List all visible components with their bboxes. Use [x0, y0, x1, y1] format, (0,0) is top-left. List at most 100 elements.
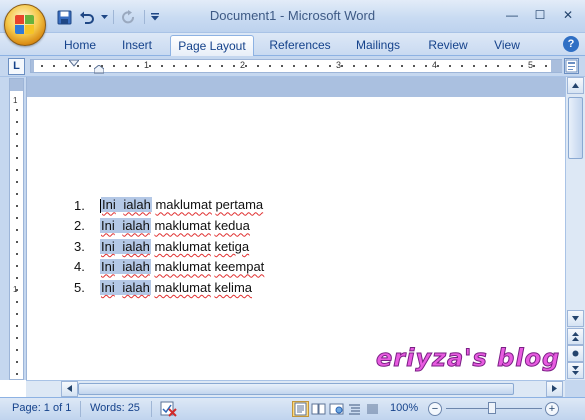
vertical-ruler-mark	[16, 193, 18, 195]
ruler-mark	[137, 65, 139, 67]
list-word[interactable]: Ini	[100, 238, 116, 254]
list-word[interactable]: maklumat	[154, 259, 210, 274]
scroll-left-button[interactable]	[61, 381, 78, 397]
list-word[interactable]: maklumat	[154, 239, 210, 254]
vertical-ruler-mark	[16, 121, 18, 123]
vertical-ruler-mark	[16, 373, 18, 375]
vertical-ruler-mark	[16, 325, 18, 327]
select-browse-object-button[interactable]	[567, 345, 584, 362]
horizontal-ruler[interactable]: 1 2 3 4 5	[30, 59, 562, 74]
view-ruler-button[interactable]	[564, 58, 579, 74]
ruler-mark	[521, 65, 523, 67]
list-item[interactable]: 5. Ini ialah maklumat kelima	[74, 277, 264, 298]
browse-object-icon	[572, 350, 579, 357]
vertical-ruler-mark	[16, 349, 18, 351]
list-word[interactable]: keempat	[214, 259, 264, 274]
list-item-text[interactable]: Ini ialah maklumat kelima	[100, 279, 252, 295]
zoom-out-button[interactable]: −	[428, 402, 442, 416]
print-layout-view-button[interactable]	[292, 401, 309, 417]
list-word[interactable]: Ini	[100, 259, 116, 275]
web-layout-view-button[interactable]	[328, 401, 345, 417]
list-word[interactable]: ialah	[121, 279, 151, 295]
ruler-mark	[425, 65, 427, 67]
list-word[interactable]: ialah	[121, 238, 151, 254]
tab-insert[interactable]: Insert	[114, 35, 160, 56]
list-word[interactable]: kedua	[214, 218, 249, 233]
draft-view-button[interactable]	[364, 401, 381, 417]
minimize-button[interactable]: —	[499, 5, 525, 25]
word-count[interactable]: Words: 25	[90, 402, 140, 414]
tab-references[interactable]: References	[266, 35, 334, 56]
list-word[interactable]: maklumat	[155, 197, 211, 212]
list-word[interactable]: ketiga	[214, 239, 249, 254]
list-item-text[interactable]: Ini ialah maklumat keempat	[100, 259, 264, 275]
zoom-in-button[interactable]: +	[545, 402, 559, 416]
list-number: 5.	[74, 279, 85, 295]
list-word[interactable]: kelima	[214, 280, 252, 295]
list-item[interactable]: 2. Ini ialah maklumat kedua	[74, 216, 264, 237]
tab-selector-button[interactable]: L	[8, 58, 25, 75]
ruler-mark	[329, 65, 331, 67]
next-page-button[interactable]	[567, 362, 584, 379]
list-item-text[interactable]: Ini ialah maklumat pertama	[100, 197, 263, 214]
zoom-slider-thumb[interactable]	[488, 402, 496, 414]
list-item[interactable]: 4. Ini ialah maklumat keempat	[74, 257, 264, 278]
list-word[interactable]: Ini	[100, 218, 116, 234]
zoom-level[interactable]: 100%	[390, 402, 418, 414]
vertical-ruler-mark	[16, 109, 18, 111]
ruler-mark	[413, 65, 415, 67]
scroll-right-button[interactable]	[546, 381, 563, 397]
list-item-text[interactable]: Ini ialah maklumat kedua	[100, 218, 250, 234]
help-button[interactable]: ?	[563, 36, 579, 52]
ruler-mark	[365, 65, 367, 67]
vertical-ruler-number: 1	[13, 96, 18, 105]
numbered-list[interactable]: 1. Ini ialah maklumat pertama 2. Ini ialah …	[74, 195, 264, 298]
list-word[interactable]: Ini	[101, 197, 117, 213]
list-word[interactable]: maklumat	[154, 218, 210, 233]
status-separator	[80, 401, 81, 417]
ruler-mark	[257, 65, 259, 67]
scroll-down-button[interactable]	[567, 310, 584, 327]
proofing-status-button[interactable]	[160, 400, 178, 420]
maximize-icon: ☐	[534, 8, 546, 22]
list-word[interactable]: pertama	[215, 197, 263, 212]
page-count[interactable]: Page: 1 of 1	[12, 402, 71, 414]
close-button[interactable]: ✕	[555, 5, 581, 25]
horizontal-scroll-thumb[interactable]	[78, 383, 514, 395]
previous-page-button[interactable]	[567, 328, 584, 345]
status-separator	[151, 401, 152, 417]
maximize-button[interactable]: ☐	[527, 5, 553, 25]
tab-view[interactable]: View	[488, 35, 526, 56]
close-icon: ✕	[562, 8, 574, 22]
ruler-mark	[533, 65, 535, 67]
horizontal-scrollbar[interactable]	[26, 380, 565, 397]
list-word[interactable]: ialah	[121, 218, 151, 234]
ruler-mark	[149, 65, 151, 67]
office-button[interactable]	[4, 4, 46, 46]
window-title: Document1 - Microsoft Word	[209, 8, 376, 23]
web-layout-icon	[329, 403, 344, 415]
ruler-mark	[461, 65, 463, 67]
draft-view-icon	[367, 404, 378, 414]
scroll-up-button[interactable]	[567, 77, 584, 94]
list-word[interactable]: ialah	[122, 197, 152, 213]
full-screen-reading-view-button[interactable]	[310, 401, 327, 417]
status-bar: Page: 1 of 1 Words: 25 100% − +	[0, 397, 585, 420]
tab-mailings[interactable]: Mailings	[348, 35, 408, 56]
vertical-scroll-thumb[interactable]	[568, 97, 583, 159]
list-word[interactable]: maklumat	[154, 280, 210, 295]
tab-page-layout[interactable]: Page Layout	[170, 35, 254, 56]
ruler-mark	[305, 65, 307, 67]
list-word[interactable]: Ini	[100, 279, 116, 295]
ruler-mark	[245, 65, 247, 67]
list-item-text[interactable]: Ini ialah maklumat ketiga	[100, 238, 249, 254]
list-item[interactable]: 3. Ini ialah maklumat ketiga	[74, 236, 264, 257]
list-item[interactable]: 1. Ini ialah maklumat pertama	[74, 195, 264, 216]
vertical-scrollbar[interactable]	[565, 77, 585, 380]
outline-view-button[interactable]	[346, 401, 363, 417]
ruler-mark	[233, 65, 235, 67]
vertical-ruler[interactable]: 1 1	[9, 78, 24, 380]
tab-review[interactable]: Review	[424, 35, 472, 56]
list-word[interactable]: ialah	[121, 259, 151, 275]
tab-home[interactable]: Home	[58, 35, 102, 56]
